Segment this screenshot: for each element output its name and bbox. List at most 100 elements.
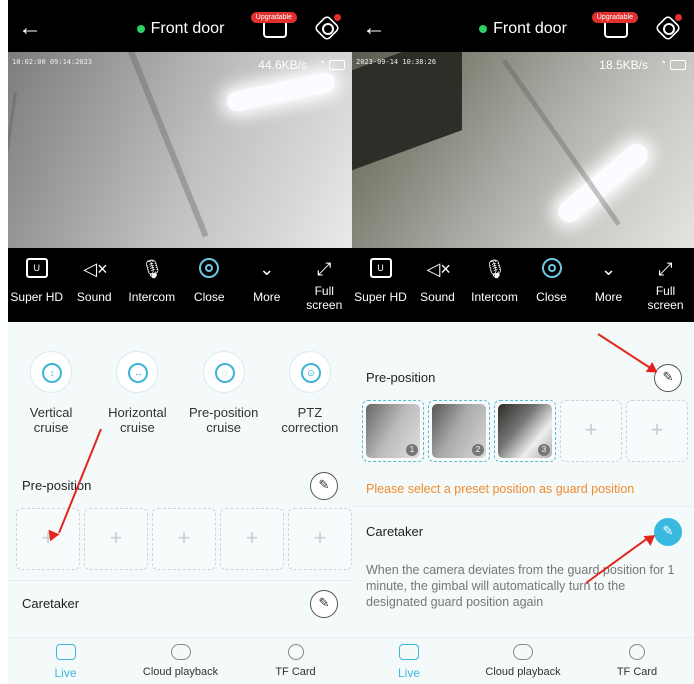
add-preset-slot[interactable] [288, 508, 352, 570]
tf-card-icon [629, 644, 645, 660]
live-video-view[interactable]: 2023-09-14 10:38:26 18.5KB/s ◔ [352, 52, 694, 248]
live-icon [55, 644, 76, 660]
upgrade-button[interactable]: Upgradable [250, 12, 297, 38]
add-preset-slot[interactable] [626, 400, 688, 462]
preset-slot-1[interactable]: 1 [362, 400, 424, 462]
cloud-playback-icon [170, 644, 191, 660]
bottom-tab-bar: Live Cloud playback TF Card [352, 637, 694, 684]
microphone-icon: 🎙︎ [483, 259, 507, 279]
tab-live[interactable]: Live [352, 638, 466, 684]
control-label: Sound [76, 290, 112, 304]
notification-dot [675, 14, 682, 21]
camera-icon [199, 258, 220, 278]
top-bar: ← Front door Upgradable [352, 0, 694, 60]
battery-icon [670, 60, 686, 70]
pre-position-slots: 1 2 3 [362, 400, 688, 462]
right-screen: ← Front door Upgradable 2023-09-14 10:38… [352, 0, 694, 684]
tab-tf-card[interactable]: TF Card [580, 638, 694, 684]
cruise-label: Vertical cruise [29, 405, 73, 435]
control-bar: U Super HD ◁× Sound 🎙︎ Intercom Close ⌄ More… [352, 248, 694, 322]
preset-slot-3[interactable]: 3 [494, 400, 556, 462]
sound-button[interactable]: ◁× Sound [66, 248, 124, 322]
ceiling-beam [502, 59, 621, 226]
tf-card-icon [287, 644, 304, 660]
speaker-mute-icon: ◁× [83, 259, 108, 279]
control-label: Intercom [471, 290, 518, 304]
live-video-view[interactable]: 10:02:00 09:14:2023 44.6KB/s ◔ [8, 52, 353, 248]
cruise-options: ↕ Vertical cruise ↔ Horizontal cruise ◌ … [8, 346, 353, 456]
preset-number: 3 [538, 444, 550, 456]
pre-position-cruise-icon: ◌ [202, 351, 245, 393]
live-icon [399, 644, 419, 660]
fullscreen-button[interactable]: ⤢ Full screen [296, 248, 354, 322]
pre-position-edit-button[interactable] [310, 472, 338, 500]
super-hd-button[interactable]: U Super HD [352, 248, 409, 322]
horizontal-cruise-icon: ↔ [116, 351, 159, 393]
preset-slot-2[interactable]: 2 [428, 400, 490, 462]
control-label: Full screen [306, 284, 343, 312]
tab-label: Live [397, 666, 420, 680]
online-status-dot [136, 24, 145, 33]
device-title: Front door [8, 20, 353, 38]
bitrate-readout: 44.6KB/s [258, 58, 307, 72]
dark-wall-panel [352, 52, 462, 174]
tab-cloud-playback[interactable]: Cloud playback [123, 638, 238, 684]
preset-number: 2 [472, 444, 484, 456]
add-preset-slot[interactable] [220, 508, 284, 570]
ceiling-beam [128, 52, 209, 238]
wifi-icon: ◔ [659, 57, 666, 69]
device-name: Front door [150, 20, 225, 37]
device-name: Front door [493, 20, 567, 37]
vertical-cruise-icon: ↕ [30, 351, 73, 393]
upgrade-button[interactable]: Upgradable [591, 12, 638, 38]
bitrate-readout: 18.5KB/s [599, 58, 648, 72]
more-button[interactable]: ⌄ More [238, 248, 296, 322]
settings-gear-icon[interactable] [313, 14, 341, 42]
fullscreen-icon: ⤢ [658, 259, 673, 279]
tab-live[interactable]: Live [8, 638, 123, 684]
close-camera-button[interactable]: Close [181, 248, 239, 322]
tab-cloud-playback[interactable]: Cloud playback [466, 638, 580, 684]
vertical-cruise-button[interactable]: ↕ Vertical cruise [8, 346, 94, 456]
close-camera-button[interactable]: Close [523, 248, 580, 322]
top-bar: ← Front door Upgradable [8, 0, 353, 60]
settings-gear-icon[interactable] [654, 14, 682, 42]
cruise-label: Horizontal cruise [108, 405, 167, 435]
control-label: More [594, 290, 623, 304]
sound-button[interactable]: ◁× Sound [409, 248, 466, 322]
ptz-panel: ↕ Vertical cruise ↔ Horizontal cruise ◌ … [8, 322, 353, 638]
ptz-panel: Pre-position 1 2 3 Please select a prese… [352, 322, 694, 638]
tab-tf-card[interactable]: TF Card [238, 638, 353, 684]
upgrade-badge: Upgradable [591, 12, 638, 23]
add-preset-slot[interactable] [84, 508, 148, 570]
tab-label: Cloud playback [485, 666, 561, 678]
guard-position-warning: Please select a preset position as guard… [366, 482, 635, 496]
horizontal-cruise-button[interactable]: ↔ Horizontal cruise [94, 346, 180, 456]
add-preset-slot[interactable] [152, 508, 216, 570]
cruise-label: PTZ correction [281, 405, 339, 435]
caretaker-description: When the camera deviates from the guard … [366, 563, 675, 609]
more-button[interactable]: ⌄ More [580, 248, 637, 322]
fullscreen-icon: ⤢ [317, 259, 332, 279]
video-timestamp: 10:02:00 09:14:2023 [12, 58, 93, 66]
super-hd-button[interactable]: U Super HD [8, 248, 66, 322]
camera-icon [541, 258, 562, 278]
tab-label: Cloud playback [142, 666, 219, 678]
intercom-button[interactable]: 🎙︎ Intercom [123, 248, 181, 322]
intercom-button[interactable]: 🎙︎ Intercom [466, 248, 523, 322]
fullscreen-button[interactable]: ⤢ Full screen [637, 248, 694, 322]
ptz-correction-icon: ⊙ [288, 351, 331, 393]
wifi-icon: ◔ [318, 57, 325, 69]
pre-position-title: Pre-position [366, 370, 436, 385]
control-label: Sound [420, 290, 455, 304]
ptz-correction-button[interactable]: ⊙ PTZ correction [267, 346, 353, 456]
speaker-mute-icon: ◁× [426, 259, 451, 279]
add-preset-slot[interactable] [560, 400, 622, 462]
ceiling-light [225, 70, 337, 114]
caretaker-edit-button[interactable] [310, 590, 338, 618]
pre-position-cruise-button[interactable]: ◌ Pre-position cruise [181, 346, 267, 456]
divider [352, 506, 694, 507]
caretaker-edit-button[interactable] [654, 518, 682, 546]
control-label: Full screen [647, 284, 684, 312]
left-screen: ← Front door Upgradable 10:02:00 09:14:2… [8, 0, 353, 684]
